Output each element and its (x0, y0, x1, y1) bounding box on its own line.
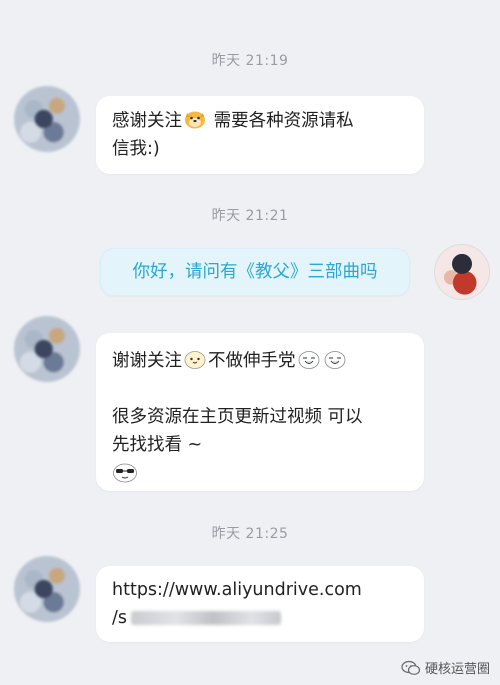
my-avatar[interactable] (434, 244, 490, 300)
message-text: 需要各种资源请私 (213, 111, 354, 131)
contact-avatar[interactable] (14, 556, 80, 622)
message-text: 谢谢关注 (112, 351, 182, 371)
incoming-message-bubble[interactable]: 谢谢关注 不做伸手党 很多资源在主页更新过视频 可以 先找找看 ~ (96, 333, 424, 491)
grin-emoji-icon (298, 351, 319, 369)
watermark-text: 硬核运营圈 (424, 662, 490, 677)
incoming-message-bubble[interactable]: 感谢关注 需要各种资源请私 信我:) (96, 96, 424, 174)
contact-avatar[interactable] (14, 316, 80, 382)
contact-avatar[interactable] (14, 86, 80, 152)
cute-face-emoji-icon (184, 351, 206, 369)
doge-emoji-icon (185, 111, 205, 129)
timestamp: 昨天 21:25 (211, 526, 289, 542)
message-text: 很多资源在主页更新过视频 可以 (112, 407, 363, 427)
outgoing-message-bubble[interactable]: 你好，请问有《教父》三部曲吗 (100, 248, 410, 296)
cool-sunglasses-emoji-icon (113, 463, 137, 483)
timestamp: 昨天 21:21 (211, 208, 289, 224)
message-text: 信我:) (112, 139, 160, 159)
message-text: 你好，请问有《教父》三部曲吗 (132, 262, 378, 282)
timestamp: 昨天 21:19 (211, 53, 289, 69)
wechat-icon (401, 660, 421, 675)
link-text[interactable]: /s (112, 608, 127, 628)
message-text: 不做伸手党 (208, 351, 296, 371)
link-text[interactable]: https://www.aliyundrive.com (112, 576, 408, 604)
redacted-link-part (131, 611, 282, 625)
message-text: 先找找看 ~ (112, 435, 203, 455)
message-text: 感谢关注 (112, 111, 182, 131)
incoming-message-bubble[interactable]: https://www.aliyundrive.com /s (96, 566, 424, 642)
watermark: 硬核运营圈 (401, 658, 490, 677)
grin-emoji-icon (324, 351, 345, 369)
